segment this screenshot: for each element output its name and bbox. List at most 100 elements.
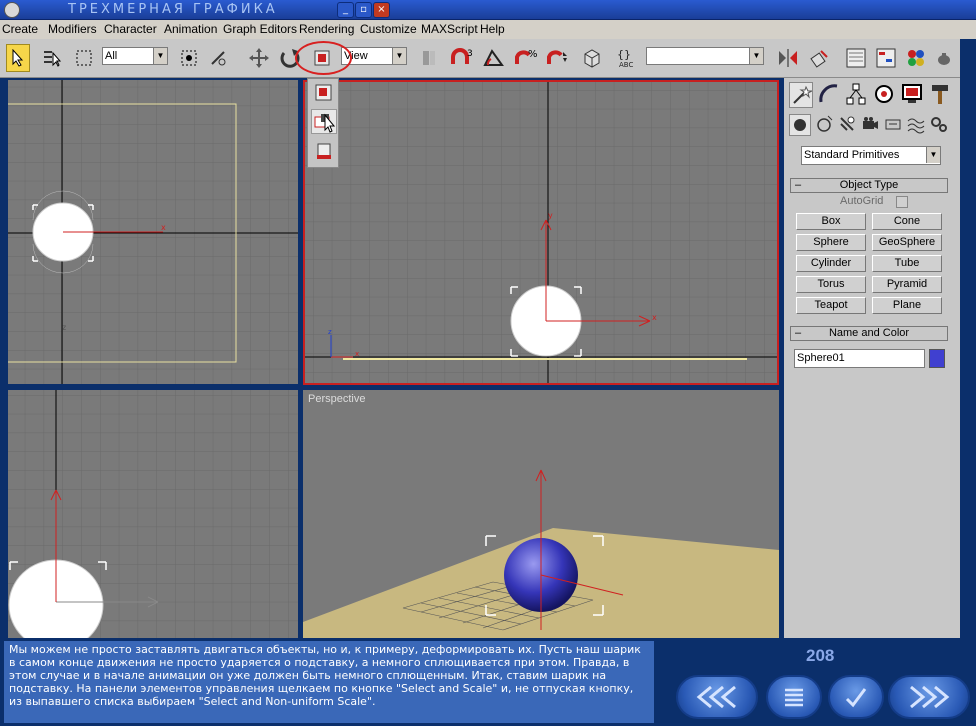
utilities-tab[interactable] [929, 82, 953, 108]
pyramid-button[interactable]: Pyramid [872, 276, 942, 293]
wave-icon [907, 118, 925, 134]
next-button[interactable] [888, 675, 970, 719]
menu-create[interactable]: Create [2, 22, 38, 36]
spinner-magnet-icon [547, 50, 567, 64]
menu-modifiers[interactable]: Modifiers [48, 22, 97, 36]
unlink-button[interactable] [204, 44, 232, 72]
track-view-button[interactable] [842, 44, 870, 72]
non-uniform-scale-option[interactable] [311, 109, 337, 134]
maximize-button[interactable]: ▫ [355, 2, 372, 18]
use-pivot-center-button[interactable] [415, 44, 443, 72]
app-icon[interactable] [4, 2, 20, 18]
modify-tab[interactable] [817, 82, 841, 108]
viewport-left[interactable] [8, 390, 298, 638]
object-type-rollout-header[interactable]: – Object Type [790, 178, 948, 193]
viewport-top[interactable]: x z [8, 80, 298, 384]
select-and-move-button[interactable] [245, 44, 273, 72]
menu-rendering[interactable]: Rendering [299, 22, 354, 36]
selection-region-button[interactable] [70, 44, 98, 72]
uniform-scale-icon [315, 84, 332, 100]
spacewarps-category[interactable] [906, 114, 928, 136]
select-by-name-button[interactable] [38, 44, 66, 72]
contents-button[interactable] [766, 675, 822, 719]
lesson-caption: Мы можем не просто заставлять двигаться … [4, 641, 654, 723]
menu-graph-editors[interactable]: Graph Editors [223, 22, 297, 36]
pivot-icon [423, 51, 435, 65]
lights-category[interactable] [837, 114, 859, 136]
scale-button-highlight [295, 41, 352, 75]
mirror-button[interactable] [774, 44, 802, 72]
squash-scale-option[interactable] [311, 139, 337, 164]
align-button[interactable] [806, 44, 834, 72]
torus-button[interactable]: Torus [796, 276, 866, 293]
grid-left [8, 390, 298, 638]
object-type-title: Object Type [839, 179, 899, 191]
cylinder-button[interactable]: Cylinder [796, 255, 866, 272]
close-button[interactable]: × [373, 2, 390, 18]
squash-icon [317, 143, 331, 159]
select-object-button[interactable] [6, 44, 30, 72]
systems-category[interactable] [929, 114, 951, 136]
spinner-snap-button[interactable] [544, 44, 572, 72]
motion-tab[interactable] [873, 82, 897, 108]
angle-snap-button[interactable] [480, 44, 508, 72]
menu-customize[interactable]: Customize [360, 22, 417, 36]
menu-maxscript[interactable]: MAXScript [421, 22, 478, 36]
svg-text:x: x [161, 223, 166, 232]
selection-filter-dropdown[interactable]: All ▼ [102, 47, 168, 65]
window-title: ТРЕХМЕРНАЯ ГРАФИКА [68, 2, 278, 17]
angle-snap-icon [483, 49, 504, 66]
display-tab[interactable] [901, 82, 925, 108]
percent-snap-button[interactable]: % [512, 44, 540, 72]
sphere-button[interactable]: Sphere [796, 234, 866, 251]
modify-arc-icon [819, 84, 838, 103]
svg-text:ABC: ABC [619, 61, 633, 69]
svg-text:3: 3 [467, 49, 473, 59]
dropdown-arrow-icon: ▼ [153, 48, 167, 64]
object-color-swatch[interactable] [929, 349, 945, 368]
gears-icon [931, 117, 947, 132]
minimize-button[interactable]: _ [337, 2, 354, 18]
cameras-category[interactable] [860, 114, 882, 136]
primitive-category-value: Standard Primitives [804, 149, 900, 161]
geosphere-button[interactable]: GeoSphere [872, 234, 942, 251]
box-button[interactable]: Box [796, 213, 866, 230]
cone-button[interactable]: Cone [872, 213, 942, 230]
svg-text:z: z [328, 328, 332, 336]
menu-animation[interactable]: Animation [164, 22, 217, 36]
render-scene-button[interactable] [932, 44, 956, 72]
material-editor-button[interactable] [902, 44, 930, 72]
helpers-category[interactable] [883, 114, 905, 136]
create-tab[interactable] [789, 82, 813, 108]
viewport-perspective[interactable]: Perspective [303, 390, 779, 638]
menu-help[interactable]: Help [480, 22, 505, 36]
menu-bar: Create Modifiers Character Animation Gra… [0, 20, 976, 39]
object-name-field[interactable]: Sphere01 [794, 349, 925, 368]
plane-button[interactable]: Plane [872, 297, 942, 314]
previous-button[interactable] [676, 675, 758, 719]
schematic-view-button[interactable] [872, 44, 900, 72]
dropdown-arrow-icon: ▼ [749, 48, 763, 64]
primitive-category-dropdown[interactable]: Standard Primitives ▼ [801, 146, 941, 165]
shapes-category[interactable] [814, 114, 836, 136]
uniform-scale-option[interactable] [311, 80, 337, 105]
check-button[interactable] [828, 675, 884, 719]
geometry-category[interactable] [789, 114, 811, 136]
named-selection-icon [584, 49, 600, 68]
teapot-icon [938, 53, 950, 65]
menu-character[interactable]: Character [104, 22, 157, 36]
geometry-sphere-icon [794, 119, 806, 131]
tube-button[interactable]: Tube [872, 255, 942, 272]
viewport-front[interactable]: x y x z [303, 80, 779, 385]
select-and-link-button[interactable] [175, 44, 203, 72]
teapot-button[interactable]: Teapot [796, 297, 866, 314]
grid-front: x y x z [305, 82, 777, 383]
motion-wheel-icon [875, 85, 893, 103]
named-selection-dropdown[interactable]: ▼ [646, 47, 764, 65]
named-selection-sets-button[interactable]: {} ABC [614, 44, 642, 72]
edit-named-selections-button[interactable] [578, 44, 606, 72]
autogrid-checkbox[interactable] [896, 196, 908, 208]
name-color-rollout-header[interactable]: – Name and Color [790, 326, 948, 341]
snap-3d-button[interactable]: 3 [448, 44, 476, 72]
hierarchy-tab[interactable] [845, 82, 869, 108]
